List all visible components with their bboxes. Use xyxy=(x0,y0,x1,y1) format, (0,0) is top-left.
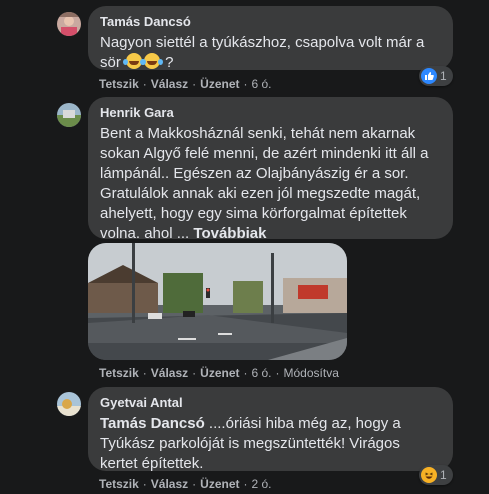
avatar[interactable] xyxy=(57,103,81,127)
comment-text-part: ? xyxy=(161,54,174,71)
comment-bubble: Tamás Dancsó Nagyon siettél a tyúkászhoz… xyxy=(88,6,453,73)
comment-actions: Tetszik · Válasz · Üzenet · 6 ó. · Módosítva xyxy=(99,365,339,381)
like-link[interactable]: Tetszik xyxy=(99,366,139,380)
separator: · xyxy=(192,77,197,91)
reaction-badge[interactable]: 1 xyxy=(419,66,453,86)
comment-text: Bent a Makkosháznál senki, tehát nem aka… xyxy=(100,124,441,244)
separator: · xyxy=(142,366,147,380)
edited-label[interactable]: Módosítva xyxy=(284,366,339,380)
comment-text: Nagyon siettél a tyúkászhoz, csapolva vo… xyxy=(100,33,441,73)
comment-author[interactable]: Henrik Gara xyxy=(100,105,441,121)
mention-link[interactable]: Tamás Dancsó xyxy=(100,415,205,432)
reply-link[interactable]: Válasz xyxy=(151,477,188,491)
comment-bubble: Henrik Gara Bent a Makkosháznál senki, t… xyxy=(88,97,453,242)
comment-text: Tamás Dancsó ....óriási hiba még az, hog… xyxy=(100,414,441,474)
timestamp[interactable]: 6 ó. xyxy=(252,77,272,91)
comment-author[interactable]: Tamás Dancsó xyxy=(100,14,441,30)
separator: · xyxy=(275,366,280,380)
comment-bubble: Gyetvai Antal Tamás Dancsó ....óriási hi… xyxy=(88,387,453,474)
separator: · xyxy=(192,477,197,491)
comment-actions: Tetszik · Válasz · Üzenet · 6 ó. xyxy=(99,76,272,92)
reply-link[interactable]: Válasz xyxy=(151,77,188,91)
message-link[interactable]: Üzenet xyxy=(200,77,239,91)
separator: · xyxy=(243,366,248,380)
separator: · xyxy=(243,77,248,91)
message-link[interactable]: Üzenet xyxy=(200,366,239,380)
rofl-emoji-icon xyxy=(123,53,143,69)
reaction-count: 1 xyxy=(440,69,447,83)
like-link[interactable]: Tetszik xyxy=(99,77,139,91)
comment-actions: Tetszik · Válasz · Üzenet · 2 ó. xyxy=(99,476,272,492)
separator: · xyxy=(192,366,197,380)
timestamp[interactable]: 6 ó. xyxy=(252,366,272,380)
see-more-link[interactable]: Továbbiak xyxy=(193,225,266,242)
separator: · xyxy=(142,477,147,491)
message-link[interactable]: Üzenet xyxy=(200,477,239,491)
reaction-badge[interactable]: 1 xyxy=(419,465,453,485)
like-reaction-icon xyxy=(421,68,437,84)
rofl-emoji-icon xyxy=(141,53,161,69)
avatar[interactable] xyxy=(57,392,81,416)
street-traffic-photo[interactable] xyxy=(88,243,347,360)
haha-reaction-icon xyxy=(421,467,437,483)
timestamp[interactable]: 2 ó. xyxy=(252,477,272,491)
like-link[interactable]: Tetszik xyxy=(99,477,139,491)
comment-author[interactable]: Gyetvai Antal xyxy=(100,395,441,411)
reply-link[interactable]: Válasz xyxy=(151,366,188,380)
separator: · xyxy=(243,477,248,491)
avatar[interactable] xyxy=(57,12,81,36)
separator: · xyxy=(142,77,147,91)
reaction-count: 1 xyxy=(440,468,447,482)
